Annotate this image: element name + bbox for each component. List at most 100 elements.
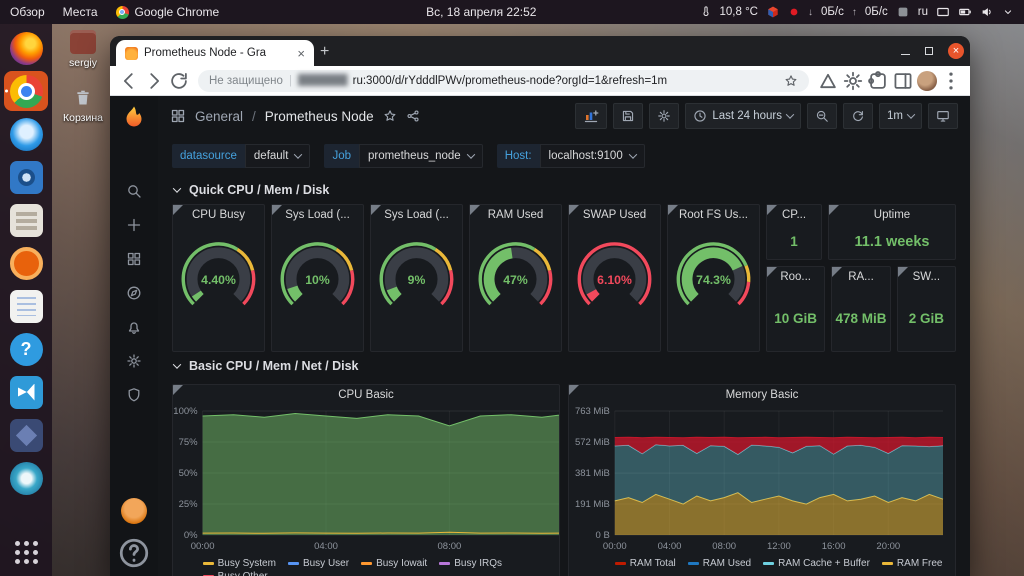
sidebar-item-shield[interactable] (114, 378, 154, 412)
profile-avatar[interactable] (917, 71, 937, 91)
panel-title[interactable]: CP... (767, 205, 821, 225)
user-avatar[interactable] (121, 498, 147, 524)
add-panel-button[interactable] (575, 103, 607, 129)
dock-item-writer[interactable] (4, 286, 48, 326)
bookmark-star-icon[interactable] (784, 74, 798, 88)
reload-button[interactable] (168, 70, 190, 92)
dock-item-firefox[interactable] (4, 28, 48, 68)
legend-item-busy-system[interactable]: Busy System (203, 558, 276, 569)
legend-item-busy-iowait[interactable]: Busy Iowait (361, 558, 427, 569)
legend-item-busy-irqs[interactable]: Busy IRQs (439, 558, 502, 569)
legend-item-ram-cache-buffer[interactable]: RAM Cache + Buffer (763, 558, 870, 569)
dock-item-boxes[interactable] (4, 415, 48, 455)
help-icon[interactable] (114, 536, 154, 570)
security-label[interactable]: Не защищено (209, 75, 283, 87)
panel-title[interactable]: Roo... (767, 267, 824, 287)
dashboard-settings-button[interactable] (649, 103, 679, 129)
zoom-out-button[interactable] (807, 103, 837, 129)
variable-value-dropdown[interactable]: prometheus_node (359, 144, 483, 168)
extension-icon-1[interactable] (817, 70, 839, 92)
sidebar-item-compass[interactable] (114, 276, 154, 310)
legend-item-ram-free[interactable]: RAM Free (882, 558, 943, 569)
reading-list-icon[interactable] (892, 70, 914, 92)
maximize-button[interactable] (925, 47, 933, 55)
panel-title[interactable]: SW... (898, 267, 955, 287)
tray-app-icon[interactable] (896, 5, 910, 19)
close-button[interactable]: × (948, 43, 964, 59)
dashboards-icon[interactable] (170, 108, 186, 124)
battery-icon[interactable] (958, 5, 972, 19)
row-header-quick[interactable]: Quick CPU / Mem / Disk (158, 176, 970, 204)
breadcrumb-folder[interactable]: General (195, 109, 243, 124)
active-app-menu[interactable]: Google Chrome (116, 5, 220, 19)
browser-menu-icon[interactable] (940, 70, 962, 92)
sidebar-item-gear[interactable] (114, 344, 154, 378)
minimize-button[interactable] (901, 48, 910, 55)
sidebar-item-bell[interactable] (114, 310, 154, 344)
tab-close-icon[interactable]: × (297, 46, 305, 61)
panel-title[interactable]: Sys Load (... (371, 205, 462, 225)
panel-title[interactable]: RAM Used (470, 205, 561, 225)
volume-icon[interactable] (980, 5, 994, 19)
new-tab-button[interactable]: + (320, 43, 329, 61)
panel-title[interactable]: SWAP Used (569, 205, 660, 225)
dock-item-opera[interactable] (4, 114, 48, 154)
display-icon[interactable] (936, 5, 950, 19)
back-button[interactable] (118, 70, 140, 92)
dock-item-player[interactable] (4, 458, 48, 498)
panel-title[interactable]: Sys Load (... (272, 205, 363, 225)
legend-swatch (203, 562, 214, 565)
legend-item-ram-total[interactable]: RAM Total (615, 558, 676, 569)
legend-item-busy-other[interactable]: Busy Other (203, 571, 268, 576)
time-range-picker[interactable]: Last 24 hours (685, 103, 801, 129)
refresh-button[interactable] (843, 103, 873, 129)
share-icon[interactable] (406, 109, 420, 123)
sidebar-item-plus[interactable] (114, 208, 154, 242)
address-bar[interactable]: Не защищено | ████████ ru:3000/d/rYdddlP… (198, 70, 809, 92)
variable-value-dropdown[interactable]: default (245, 144, 311, 168)
extension-icon-2[interactable] (842, 70, 864, 92)
extensions-icon[interactable] (867, 70, 889, 92)
browser-tab[interactable]: Prometheus Node - Gra × (116, 40, 314, 66)
forward-button[interactable] (143, 70, 165, 92)
dashboard-title[interactable]: Prometheus Node (265, 109, 374, 124)
panel-title[interactable]: CPU Basic (173, 385, 559, 405)
save-dashboard-button[interactable] (613, 103, 643, 129)
dock-item-files[interactable] (4, 200, 48, 240)
dock-item-backup[interactable] (4, 243, 48, 283)
dock-item-help[interactable] (4, 329, 48, 369)
desktop-icon-sergiy[interactable]: sergiy (57, 30, 109, 69)
dock-item-apps-grid[interactable] (4, 532, 48, 572)
sidebar-item-grid[interactable] (114, 242, 154, 276)
dock-item-camera[interactable] (4, 157, 48, 197)
legend-item-busy-user[interactable]: Busy User (288, 558, 349, 569)
panel-title[interactable]: Uptime (829, 205, 955, 225)
keyboard-layout-indicator[interactable]: ru (918, 6, 928, 18)
dock-item-chrome[interactable] (4, 71, 48, 111)
legend-swatch (288, 562, 299, 565)
favorite-star-icon[interactable] (383, 109, 397, 123)
legend-item-ram-used[interactable]: RAM Used (688, 558, 751, 569)
dock-item-vscode[interactable] (4, 372, 48, 412)
panel-title[interactable]: RA... (832, 267, 889, 287)
variable-value-dropdown[interactable]: localhost:9100 (540, 144, 645, 168)
desktop-icon-корзина[interactable]: Корзина (57, 85, 109, 124)
panel-title[interactable]: Memory Basic (569, 385, 955, 405)
kiosk-mode-button[interactable] (928, 103, 958, 129)
row-header-basic[interactable]: Basic CPU / Mem / Net / Disk (158, 352, 970, 380)
boxes-cube-icon[interactable] (766, 5, 780, 19)
refresh-interval-picker[interactable]: 1m (879, 103, 922, 129)
grafana-logo[interactable] (119, 104, 149, 134)
gear-icon (126, 353, 142, 369)
sidebar-item-search[interactable] (114, 174, 154, 208)
thermometer-icon[interactable] (700, 6, 712, 18)
record-dot-icon[interactable] (788, 6, 800, 18)
places-menu[interactable]: Места (63, 5, 98, 19)
activities-button[interactable]: Обзор (10, 5, 45, 19)
clock-menu[interactable]: Вс, 18 апреля 22:52 (426, 5, 536, 19)
legend-label: Busy Other (218, 571, 268, 576)
panel-title[interactable]: Root FS Us... (668, 205, 759, 225)
panel-title[interactable]: CPU Busy (173, 205, 264, 225)
chevron-down-icon[interactable] (1002, 6, 1014, 18)
firefox-icon (10, 32, 43, 65)
